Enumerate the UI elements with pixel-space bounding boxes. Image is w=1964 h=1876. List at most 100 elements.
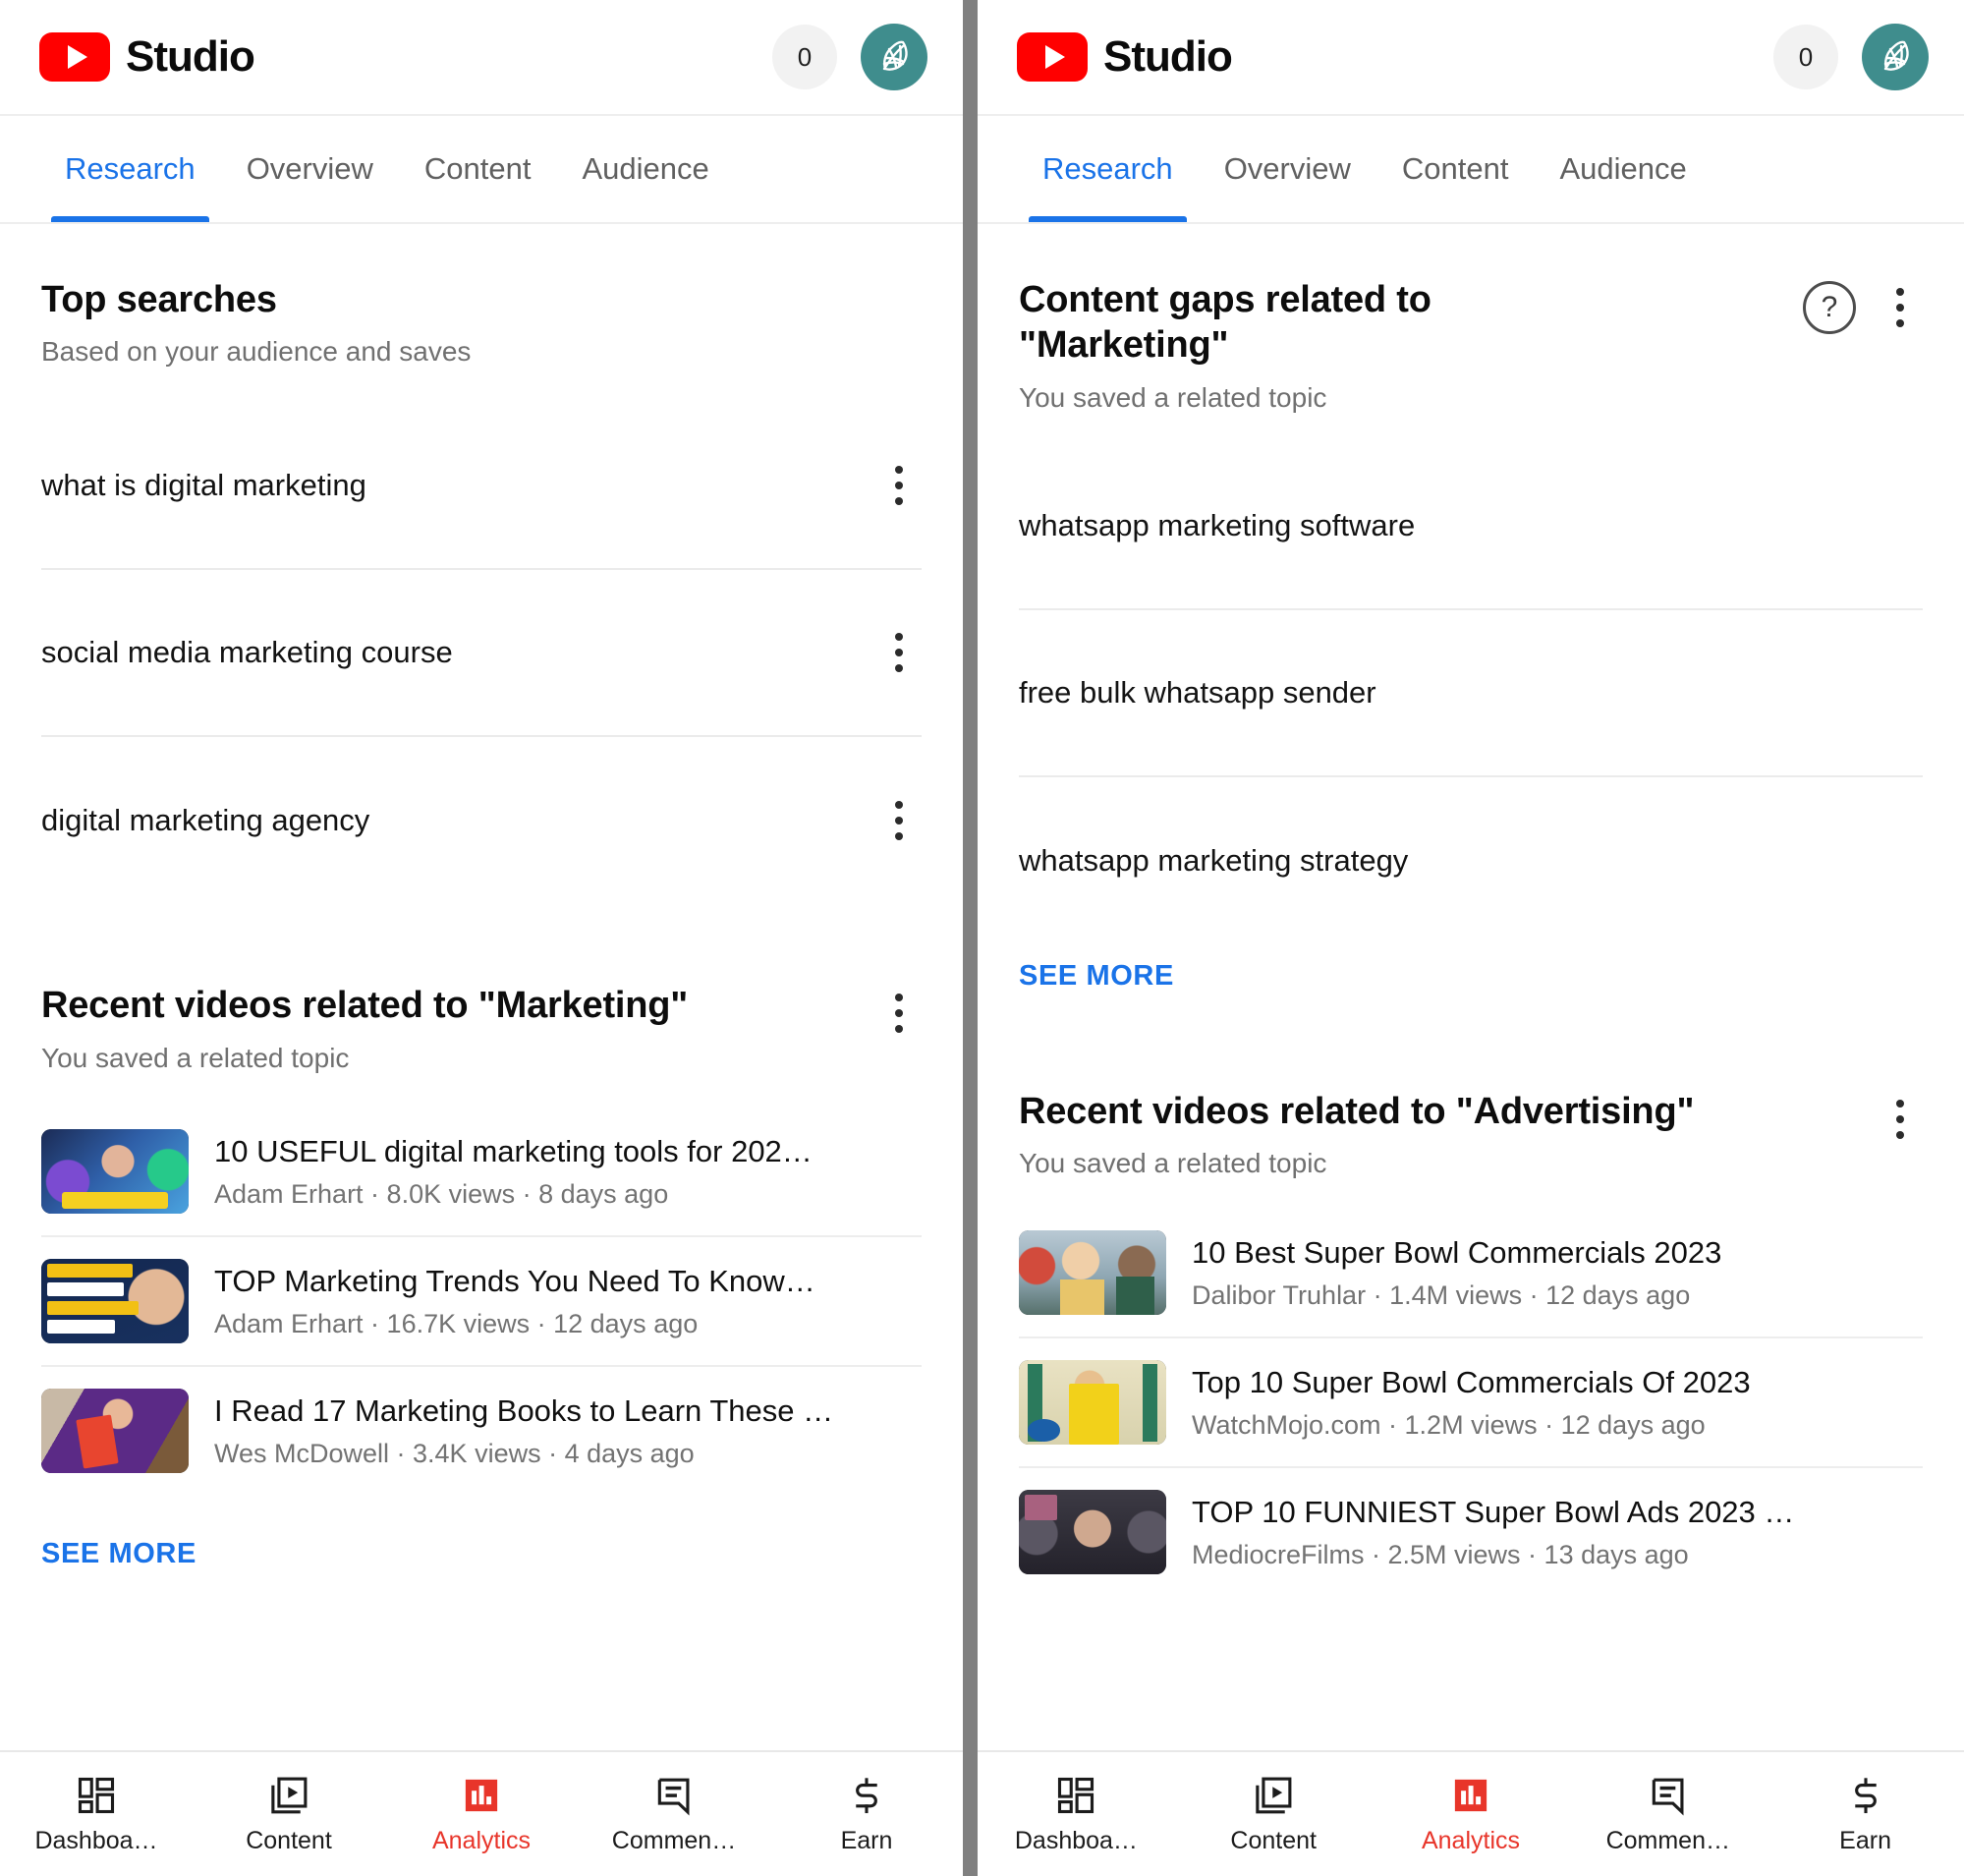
studio-brand-right[interactable]: Studio: [1017, 32, 1232, 82]
recent-videos-header: Recent videos related to "Advertising" Y…: [1019, 1075, 1923, 1179]
video-thumbnail: [1019, 1490, 1166, 1574]
kebab-menu-icon[interactable]: [876, 626, 922, 679]
video-library-icon: [1252, 1773, 1295, 1818]
analytics-tabs-right: Research Overview Content Audience: [978, 116, 1964, 224]
content-gaps-list: whatsapp marketing software free bulk wh…: [1019, 443, 1923, 944]
dual-screenshot-canvas: Studio 0: [0, 0, 1964, 1876]
brand-title: Studio: [126, 35, 254, 79]
list-item[interactable]: TOP 10 FUNNIEST Super Bowl Ads 2023 … Me…: [1019, 1468, 1923, 1596]
list-item[interactable]: I Read 17 Marketing Books to Learn These…: [41, 1367, 922, 1495]
video-title: TOP 10 FUNNIEST Super Bowl Ads 2023 …: [1192, 1494, 1923, 1532]
kebab-menu-icon[interactable]: [876, 459, 922, 512]
video-title: TOP Marketing Trends You Need To Know…: [214, 1263, 922, 1301]
see-more-link[interactable]: SEE MORE: [1019, 944, 1174, 1014]
list-item[interactable]: 10 Best Super Bowl Commercials 2023 Dali…: [1019, 1209, 1923, 1338]
nav-item-content[interactable]: Content: [193, 1773, 385, 1855]
nav-item-analytics[interactable]: Analytics: [1373, 1773, 1570, 1855]
video-meta: TOP Marketing Trends You Need To Know… A…: [214, 1263, 922, 1339]
see-more-link[interactable]: SEE MORE: [41, 1495, 196, 1592]
nav-item-analytics[interactable]: Analytics: [385, 1773, 578, 1855]
video-title: 10 USEFUL digital marketing tools for 20…: [214, 1133, 922, 1171]
video-subtitle: WatchMojo.com · 1.2M views · 12 days ago: [1192, 1410, 1923, 1441]
app-bar-actions-right: 0: [1773, 24, 1929, 90]
app-bar-actions-left: 0: [772, 24, 927, 90]
kebab-menu-icon[interactable]: [1878, 281, 1923, 334]
tab-content[interactable]: Content: [1376, 116, 1535, 222]
gap-query-label: whatsapp marketing software: [1019, 508, 1923, 543]
list-item[interactable]: Top 10 Super Bowl Commercials Of 2023 Wa…: [1019, 1338, 1923, 1468]
list-item[interactable]: 10 USEFUL digital marketing tools for 20…: [41, 1108, 922, 1237]
comment-icon: [1647, 1773, 1690, 1818]
list-item[interactable]: TOP Marketing Trends You Need To Know… A…: [41, 1237, 922, 1367]
video-subtitle: Wes McDowell · 3.4K views · 4 days ago: [214, 1439, 922, 1469]
video-title: 10 Best Super Bowl Commercials 2023: [1192, 1234, 1923, 1273]
avatar[interactable]: [861, 24, 927, 90]
nav-label: Commen…: [1606, 1827, 1730, 1855]
nav-item-dashboard[interactable]: Dashboa…: [978, 1773, 1175, 1855]
list-item[interactable]: free bulk whatsapp sender: [1019, 610, 1923, 777]
nav-label: Commen…: [612, 1827, 736, 1855]
recent-videos-subtitle: You saved a related topic: [1019, 1148, 1878, 1179]
nav-item-comments[interactable]: Commen…: [578, 1773, 770, 1855]
brand-title: Studio: [1103, 35, 1232, 79]
nav-item-comments[interactable]: Commen…: [1569, 1773, 1767, 1855]
tab-research[interactable]: Research: [1017, 116, 1199, 222]
recent-videos-subtitle: You saved a related topic: [41, 1043, 876, 1074]
left-scroll-body[interactable]: Top searches Based on your audience and …: [0, 224, 963, 1750]
video-thumbnail: [1019, 1230, 1166, 1315]
video-meta: Top 10 Super Bowl Commercials Of 2023 Wa…: [1192, 1364, 1923, 1441]
video-thumbnail: [1019, 1360, 1166, 1445]
avatar[interactable]: [1862, 24, 1929, 90]
nav-item-earn[interactable]: Earn: [1767, 1773, 1964, 1855]
tab-research[interactable]: Research: [39, 116, 221, 222]
nav-label: Content: [246, 1827, 332, 1855]
tab-overview[interactable]: Overview: [221, 116, 399, 222]
top-searches-section: Top searches Based on your audience and …: [0, 224, 963, 904]
nav-label: Earn: [841, 1827, 893, 1855]
app-bar-left: Studio 0: [0, 0, 963, 116]
list-item[interactable]: social media marketing course: [41, 570, 922, 737]
recent-videos-advertising-section: Recent videos related to "Advertising" Y…: [978, 1075, 1964, 1596]
content-gaps-actions: ?: [1803, 277, 1923, 334]
top-searches-subtitle: Based on your audience and saves: [41, 336, 471, 368]
kebab-menu-icon[interactable]: [1878, 1093, 1923, 1146]
tab-audience[interactable]: Audience: [556, 116, 734, 222]
content-gaps-title: Content gaps related to "Marketing": [1019, 277, 1648, 369]
video-thumbnail: [41, 1389, 189, 1473]
nav-label: Dashboa…: [34, 1827, 157, 1855]
notification-count-chip[interactable]: 0: [1773, 25, 1838, 89]
studio-brand-left[interactable]: Studio: [39, 32, 254, 82]
tab-overview[interactable]: Overview: [1199, 116, 1376, 222]
nav-label: Earn: [1839, 1827, 1891, 1855]
kebab-menu-icon[interactable]: [876, 987, 922, 1040]
list-item[interactable]: digital marketing agency: [41, 737, 922, 904]
video-list: 10 Best Super Bowl Commercials 2023 Dali…: [1019, 1209, 1923, 1596]
nav-item-dashboard[interactable]: Dashboa…: [0, 1773, 193, 1855]
list-item[interactable]: whatsapp marketing strategy: [1019, 777, 1923, 944]
comment-icon: [652, 1773, 696, 1818]
content-gaps-section: Content gaps related to "Marketing" You …: [978, 224, 1964, 1014]
tab-audience[interactable]: Audience: [1534, 116, 1711, 222]
nav-label: Content: [1230, 1827, 1317, 1855]
tab-content[interactable]: Content: [399, 116, 557, 222]
search-query-label: social media marketing course: [41, 635, 876, 670]
recent-videos-actions: [1878, 1089, 1923, 1146]
kebab-menu-icon[interactable]: [876, 794, 922, 847]
dollar-sign-icon: [1844, 1773, 1887, 1818]
nav-item-content[interactable]: Content: [1175, 1773, 1373, 1855]
notification-count-chip[interactable]: 0: [772, 25, 837, 89]
panel-divider: [963, 0, 978, 1876]
right-scroll-body[interactable]: Content gaps related to "Marketing" You …: [978, 224, 1964, 1750]
analytics-tabs-left: Research Overview Content Audience: [0, 116, 963, 224]
top-searches-title: Top searches: [41, 277, 471, 322]
help-circle-icon[interactable]: ?: [1803, 281, 1856, 334]
list-item[interactable]: what is digital marketing: [41, 403, 922, 570]
nav-label: Analytics: [1422, 1827, 1520, 1855]
bar-chart-icon: [460, 1773, 503, 1818]
dashboard-icon: [75, 1773, 118, 1818]
recent-videos-actions: [876, 983, 922, 1040]
nav-item-earn[interactable]: Earn: [770, 1773, 963, 1855]
list-item[interactable]: whatsapp marketing software: [1019, 443, 1923, 610]
video-subtitle: Adam Erhart · 16.7K views · 12 days ago: [214, 1309, 922, 1339]
video-subtitle: MediocreFilms · 2.5M views · 13 days ago: [1192, 1540, 1923, 1570]
